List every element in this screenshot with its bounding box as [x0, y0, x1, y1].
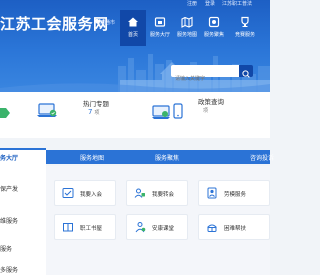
nav-service-map[interactable]: 服务地图 — [174, 10, 200, 46]
home-icon — [128, 17, 138, 27]
green-accent-icon — [0, 108, 10, 118]
book-icon — [63, 223, 73, 232]
service-label: 我要入会 — [80, 192, 103, 198]
competition-icon — [241, 16, 249, 27]
search-button[interactable] — [239, 65, 253, 78]
site-title[interactable]: 江苏工会服务网 — [0, 13, 109, 34]
nav-label: 首页 — [127, 32, 138, 38]
map-icon — [181, 16, 193, 28]
hot-topics-title: 热门专题 — [83, 100, 109, 108]
policy-query-title: 政策查询 — [198, 98, 224, 106]
law-link[interactable]: 江苏职工普法 — [222, 1, 252, 8]
tab-service-hall-label: 务大厅 — [0, 155, 19, 162]
sidebar-item-rights[interactable]: 保产发 — [0, 184, 18, 193]
policy-query-count: 项 — [203, 108, 209, 114]
laptop-icon — [37, 103, 57, 117]
tab-service-map[interactable]: 服务地图 — [80, 153, 104, 162]
assistance-icon — [207, 224, 217, 232]
service-hall-icon — [154, 17, 166, 27]
nav-service-focus[interactable]: 服务聚焦 — [201, 10, 227, 46]
service-grid: 我要入会 我要转会 劳模服务 职工书屋 安康课堂 困难帮扶 — [46, 166, 270, 275]
search-input[interactable] — [171, 73, 239, 85]
service-transfer[interactable]: 我要转会 — [126, 180, 188, 206]
service-hardship-assistance[interactable]: 困难帮扶 — [198, 214, 270, 240]
hot-topics-count: 7项 — [88, 108, 100, 116]
quick-entry-area: 热门专题 7项 政策查询 项 — [0, 92, 270, 138]
service-label: 劳模服务 — [224, 192, 247, 198]
classroom-icon — [135, 222, 146, 233]
top-utility-bar: 注册 登录 江苏职工普法 — [0, 0, 270, 10]
nav-competition[interactable]: 竞赛服务 — [228, 10, 262, 46]
login-link[interactable]: 登录 — [205, 1, 215, 8]
service-join-union[interactable]: 我要入会 — [54, 180, 116, 206]
tab-service-hall[interactable]: 务大厅 — [0, 148, 46, 166]
focus-icon — [208, 16, 220, 28]
site-header: 注册 登录 江苏职工普法 江苏工会服务网 南通市 首页 服务大厅 服务地图 服务… — [0, 0, 270, 92]
model-worker-icon — [207, 187, 217, 199]
tab-consult-complaint[interactable]: 咨询投诉 — [250, 153, 274, 162]
transfer-icon — [134, 188, 145, 198]
service-label: 职工书屋 — [80, 226, 103, 232]
quick-card-policy-query[interactable]: 政策查询 项 — [150, 92, 270, 138]
policy-device-icon — [152, 103, 183, 119]
register-link[interactable]: 注册 — [187, 1, 197, 8]
nav-home[interactable]: 首页 — [120, 10, 146, 46]
sidebar-item-more[interactable]: 多服务 — [0, 265, 18, 274]
nav-label: 服务聚焦 — [203, 32, 224, 38]
nav-service-hall[interactable]: 服务大厅 — [147, 10, 173, 46]
service-category-sidebar: 保产发 维服务 服务 多服务 — [0, 166, 46, 275]
sidebar-item-service[interactable]: 服务 — [0, 244, 12, 253]
service-workers-library[interactable]: 职工书屋 — [54, 214, 116, 240]
nav-label: 竞赛服务 — [234, 32, 255, 38]
service-label: 困难帮扶 — [224, 226, 247, 232]
service-label: 安康课堂 — [152, 226, 175, 232]
nav-label: 服务地图 — [176, 32, 197, 38]
sidebar-item-maintain[interactable]: 维服务 — [0, 216, 18, 225]
quick-card-hot-topics[interactable]: 热门专题 7项 — [36, 92, 120, 138]
city-selector[interactable]: 南通市 — [100, 19, 115, 26]
service-model-worker[interactable]: 劳模服务 — [198, 180, 270, 206]
join-union-icon — [62, 188, 74, 198]
tab-service-focus[interactable]: 服务聚焦 — [155, 153, 179, 162]
service-safety-classroom[interactable]: 安康课堂 — [126, 214, 188, 240]
service-label: 我要转会 — [152, 192, 175, 198]
search-box — [171, 65, 239, 85]
nav-label: 服务大厅 — [149, 32, 170, 38]
search-icon — [242, 70, 250, 78]
